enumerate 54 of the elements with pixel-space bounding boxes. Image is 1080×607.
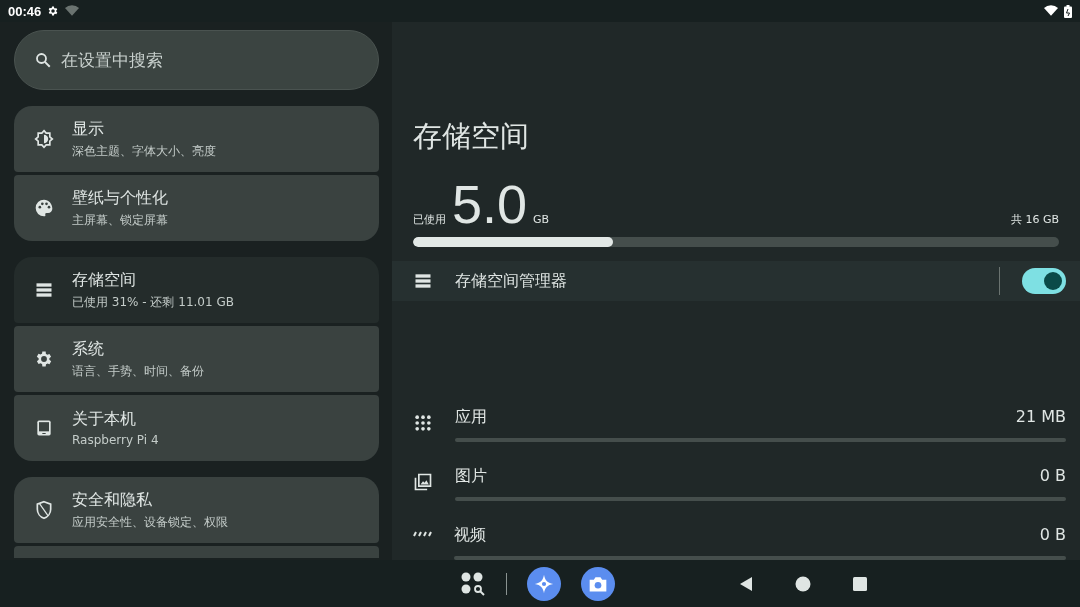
row-label: 存储空间管理器 — [455, 270, 568, 292]
item-subtitle: 深色主题、字体大小、亮度 — [72, 142, 216, 160]
item-title: 存储空间 — [72, 269, 137, 291]
wifi-icon — [1044, 5, 1058, 17]
storage-icon — [34, 280, 54, 300]
category-size: 0 B — [1039, 525, 1066, 546]
status-time: 00:46 — [8, 3, 42, 19]
settings-item[interactable]: 存储空间 已使用 31% - 还剩 11.01 GB — [14, 257, 379, 323]
app-search-icon[interactable] — [460, 570, 486, 597]
item-subtitle: 已使用 31% - 还剩 11.01 GB — [72, 293, 234, 311]
wifi-icon — [65, 5, 80, 17]
page-title: 存储空间 — [413, 118, 530, 155]
brightness-icon — [34, 129, 54, 149]
grid-icon — [413, 413, 433, 433]
settings-item[interactable]: 安全和隐私 应用安全性、设备锁定、权限 — [14, 477, 379, 543]
settings-item[interactable]: 壁纸与个性化 主屏幕、锁定屏幕 — [14, 175, 379, 241]
unit-label: GB — [533, 213, 550, 226]
item-title: 显示 — [72, 118, 105, 140]
settings-item[interactable]: 显示 深色主题、字体大小、亮度 — [14, 106, 379, 172]
item-title: 关于本机 — [72, 409, 137, 430]
settings-item[interactable]: 系统 语言、手势、时间、备份 — [14, 326, 379, 392]
used-label: 已使用 — [413, 212, 446, 227]
settings-item[interactable]: 关于本机 Raspberry Pi 4 — [14, 395, 379, 461]
item-subtitle: 语言、手势、时间、备份 — [72, 362, 204, 380]
toggle-switch[interactable] — [1022, 268, 1066, 295]
video-icon — [413, 531, 432, 537]
sparkle-app-icon[interactable] — [527, 566, 561, 601]
camera-app-icon[interactable] — [581, 566, 615, 601]
category-label[interactable]: 图片 — [455, 466, 487, 487]
item-title: 安全和隐私 — [72, 489, 153, 511]
category-label[interactable]: 应用 — [455, 407, 487, 428]
shield-icon — [34, 500, 54, 520]
home-icon[interactable] — [795, 575, 811, 592]
settings-icon — [34, 349, 54, 369]
item-subtitle: Raspberry Pi 4 — [72, 433, 159, 447]
storage-manager-row[interactable]: 存储空间管理器 — [392, 261, 1080, 301]
search-icon — [34, 51, 52, 69]
recents-icon[interactable] — [853, 576, 867, 591]
total-label: 共 16 GB — [1010, 212, 1059, 227]
category-size: 0 B — [1039, 466, 1066, 487]
category-size: 21 MB — [1015, 407, 1066, 428]
item-title: 壁纸与个性化 — [72, 187, 168, 209]
item-subtitle: 主屏幕、锁定屏幕 — [72, 211, 168, 229]
item-subtitle: 应用安全性、设备锁定、权限 — [72, 513, 228, 531]
back-icon[interactable] — [739, 575, 753, 592]
item-title: 系统 — [72, 338, 105, 360]
tablet-icon — [34, 418, 54, 438]
used-amount: 5.0 — [452, 179, 528, 229]
palette-icon — [34, 198, 54, 218]
search-field[interactable]: 在设置中搜索 — [14, 30, 379, 90]
image-icon — [413, 472, 433, 492]
settings-icon — [47, 5, 60, 17]
battery-icon — [1064, 4, 1072, 18]
category-label[interactable]: 视频 — [454, 525, 486, 546]
